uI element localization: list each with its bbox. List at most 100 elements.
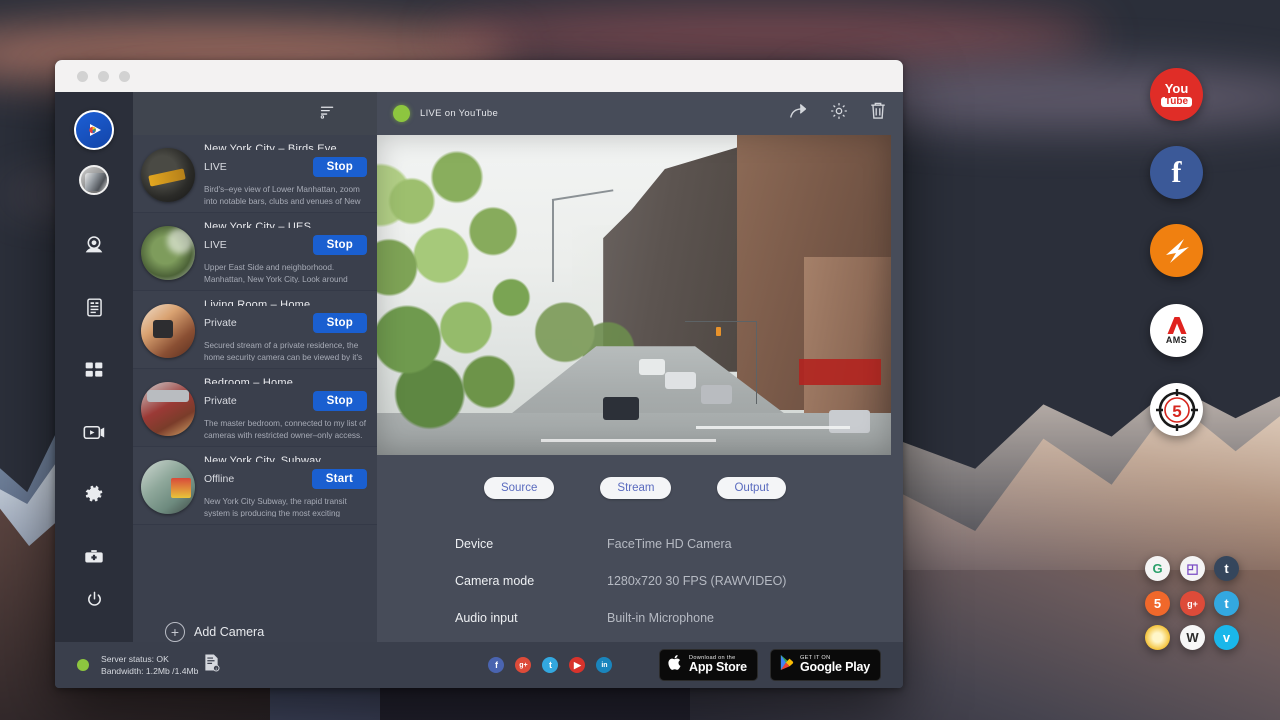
service-icon-adobe-ams[interactable]: AMS: [1150, 304, 1203, 357]
video-player-icon: [83, 421, 106, 449]
camera-title: Bedroom – Home: [204, 377, 367, 384]
sidebar-item-user-avatar[interactable]: [74, 162, 114, 198]
camera-list-panel: New York City – Birds EyeLIVEStopBird's–…: [133, 92, 377, 642]
camera-description: New York City Subway, the rapid transit …: [204, 496, 367, 517]
camera-action-button[interactable]: Stop: [313, 391, 367, 411]
apple-icon: [668, 654, 683, 676]
camera-status: Offline: [204, 473, 234, 485]
social-icon-youtube[interactable]: ▶: [569, 657, 585, 673]
live-status-label: LIVE on YouTube: [420, 108, 498, 119]
document-list-icon: [84, 297, 105, 323]
live-status-dot: [393, 105, 410, 122]
info-label: Device: [455, 537, 607, 551]
service-icon-channel-5[interactable]: 5: [1150, 383, 1203, 436]
google-play-badge[interactable]: GET IT ON Google Play: [770, 649, 881, 681]
preview-toolbar: LIVE on YouTube: [377, 92, 903, 135]
camera-list[interactable]: New York City – Birds EyeLIVEStopBird's–…: [133, 135, 377, 600]
preview-tab-source[interactable]: Source: [484, 477, 554, 499]
service-icon-twitch[interactable]: ◰: [1180, 556, 1205, 581]
camera-status: Private: [204, 395, 237, 407]
zoom-button[interactable]: [119, 71, 130, 82]
facebook-glyph: f: [1172, 156, 1182, 190]
sidebar-item-app-logo[interactable]: [74, 110, 114, 150]
add-camera-label: Add Camera: [194, 625, 264, 639]
service-icon-dacast[interactable]: 5: [1145, 591, 1170, 616]
service-icon-facebook[interactable]: f: [1150, 146, 1203, 199]
avatar-icon: [79, 165, 109, 195]
camera-description: Upper East Side and neighborhood. Manhat…: [204, 262, 367, 283]
service-icon-tumblr[interactable]: t: [1214, 556, 1239, 581]
server-status-text: Server status: OK Bandwidth: 1.2Mb /1.4M…: [101, 653, 198, 678]
social-icon-twitter[interactable]: t: [542, 657, 558, 673]
first-aid-kit-icon: [83, 546, 105, 573]
social-icon-google-plus[interactable]: g+: [515, 657, 531, 673]
camera-list-item[interactable]: Living Room – HomePrivateStopSecured str…: [133, 291, 377, 369]
app-store-big-label: App Store: [689, 661, 747, 674]
camera-action-button[interactable]: Stop: [313, 235, 367, 255]
info-value: Built-in Microphone: [607, 611, 714, 625]
service-icon-wowza[interactable]: [1150, 224, 1203, 277]
camera-list-item[interactable]: New York City, Subway Offline Start New Yor…: [133, 447, 377, 525]
camera-action-button[interactable]: Start: [312, 469, 367, 489]
list-toolbar: [133, 92, 377, 135]
trash-icon[interactable]: [869, 101, 887, 126]
app-store-badge[interactable]: Download on the App Store: [659, 649, 758, 681]
minimize-button[interactable]: [98, 71, 109, 82]
adobe-a-icon: [1166, 316, 1188, 335]
sidebar-item-power[interactable]: [74, 584, 114, 620]
service-icon-grabyo[interactable]: G: [1145, 556, 1170, 581]
sidebar-item-dashboard[interactable]: [74, 354, 114, 390]
camera-action-button[interactable]: Stop: [313, 313, 367, 333]
store-badges[interactable]: Download on the App Store GET IT ON: [659, 649, 881, 681]
gear-icon[interactable]: [829, 101, 849, 126]
service-icon-livestream[interactable]: [1145, 625, 1170, 650]
service-icon-twitter[interactable]: t: [1214, 591, 1239, 616]
webcam-icon: [83, 234, 105, 261]
camera-thumbnail: [141, 382, 195, 436]
add-camera-button[interactable]: + Add Camera: [133, 600, 377, 642]
service-icon-youtube[interactable]: YouTube: [1150, 68, 1203, 121]
document-info-icon[interactable]: [203, 653, 220, 677]
camera-list-item[interactable]: New York City – Birds EyeLIVEStopBird's–…: [133, 135, 377, 213]
bandwidth-line: Bandwidth: 1.2Mb /1.4Mb: [101, 666, 198, 676]
video-preview[interactable]: [377, 135, 891, 455]
gear-icon: [84, 484, 105, 510]
preview-info-table: DeviceFaceTime HD CameraCamera mode1280x…: [455, 537, 903, 648]
camera-thumbnail: [141, 148, 195, 202]
power-icon: [85, 590, 104, 614]
service-icon-vimeo[interactable]: v: [1214, 625, 1239, 650]
wowza-bolt-icon: [1157, 231, 1197, 271]
info-label: Camera mode: [455, 574, 607, 588]
camera-list-item[interactable]: New York City – UESLIVEStopUpper East Si…: [133, 213, 377, 291]
social-icon-linkedin[interactable]: in: [596, 657, 612, 673]
service-icon-wordpress[interactable]: W: [1180, 625, 1205, 650]
camera-status: LIVE: [204, 239, 227, 251]
grid-icon: [84, 360, 104, 385]
preview-tab-output[interactable]: Output: [717, 477, 786, 499]
sidebar-item-logs[interactable]: [74, 292, 114, 328]
sidebar-item-player[interactable]: [74, 416, 114, 452]
preview-tab-stream[interactable]: Stream: [600, 477, 671, 499]
social-icon-facebook[interactable]: f: [488, 657, 504, 673]
plus-circle-icon: +: [165, 622, 185, 642]
sidebar-item-cameras[interactable]: [74, 229, 114, 265]
info-value: FaceTime HD Camera: [607, 537, 732, 551]
camera-title: New York City, Subway: [204, 455, 367, 462]
share-arrow-icon[interactable]: [788, 102, 809, 126]
youtube-text-bottom: Tube: [1161, 97, 1192, 107]
camera-thumbnail: [141, 304, 195, 358]
camera-title: Living Room – Home: [204, 299, 367, 306]
service-icon-google-plus[interactable]: g+: [1180, 591, 1205, 616]
camera-list-item[interactable]: Bedroom – Home Private Stop The master bedr…: [133, 369, 377, 447]
close-button[interactable]: [77, 71, 88, 82]
app-window: New York City – Birds EyeLIVEStopBird's–…: [55, 60, 903, 688]
sort-lines-icon[interactable]: [319, 103, 336, 125]
window-titlebar: [55, 60, 903, 92]
camera-action-button[interactable]: Stop: [313, 157, 367, 177]
sidebar-item-diagnostics[interactable]: [74, 541, 114, 577]
camera-description: The master bedroom, connected to my list…: [204, 418, 367, 439]
sidebar-item-settings[interactable]: [74, 479, 114, 515]
play-logo-icon: [74, 110, 114, 150]
social-links[interactable]: f g+ t ▶ in: [488, 657, 612, 673]
preview-tabs[interactable]: Source Stream Output: [377, 477, 903, 499]
